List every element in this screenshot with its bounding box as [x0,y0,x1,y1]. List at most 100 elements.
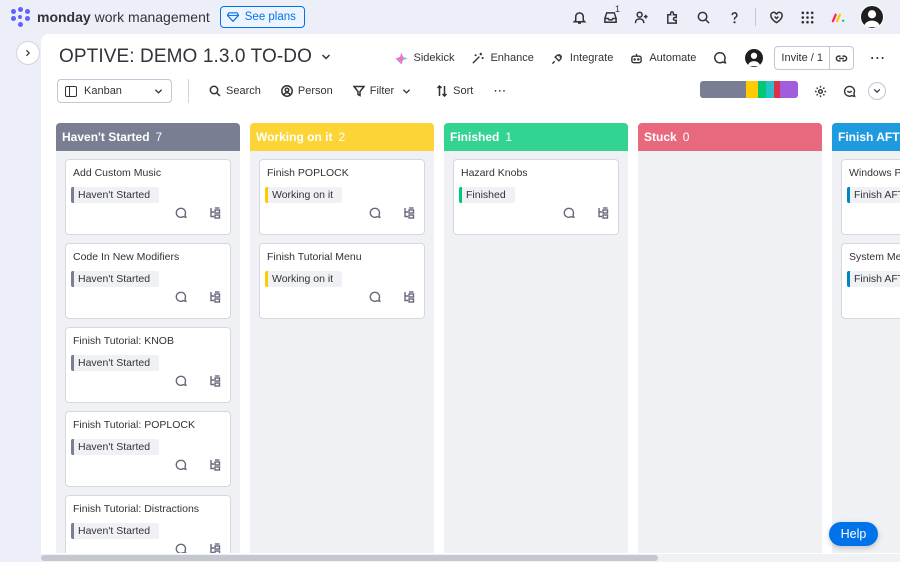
card-updates-button[interactable] [175,458,187,476]
kanban-column: Haven't Started 7 Add Custom Music Haven't … [56,123,240,553]
more-toolbar-icon[interactable]: ⋯ [493,83,507,99]
card-actions [175,290,221,308]
kanban-card[interactable]: Finish Tutorial: POPLOCK Haven't Started [65,411,231,487]
plug-icon [551,53,563,64]
kanban-card[interactable]: Hazard Knobs Finished [453,159,619,235]
logo[interactable]: monday work management [11,7,210,27]
column-header[interactable]: Finished 1 [444,123,628,151]
card-subitems-button[interactable] [209,374,221,392]
copy-link-button[interactable] [830,46,854,70]
kanban-card[interactable]: System Me Finish AFT [841,243,900,319]
card-updates-button[interactable] [175,542,187,553]
apps-button[interactable] [657,0,688,34]
invite-members-button[interactable] [626,0,657,34]
inbox-button[interactable]: 1 [595,0,626,34]
status-chip[interactable]: Finished [459,187,515,203]
card-updates-button[interactable] [175,290,187,308]
sort-button[interactable]: Sort [436,85,473,97]
robot-icon [631,53,643,63]
sidekick-button[interactable]: Sidekick [394,51,454,65]
view-selector[interactable]: Kanban [57,79,172,103]
status-color-bar [847,187,850,203]
column-name: Working on it [256,130,333,144]
invite-button[interactable]: Invite / 1 [774,46,830,70]
column-header[interactable]: Stuck 0 [638,123,822,151]
status-chip[interactable]: Haven't Started [71,187,160,203]
status-chip[interactable]: Haven't Started [71,271,160,287]
notifications-button[interactable] [564,0,595,34]
kanban-card[interactable]: Code In New Modifiers Haven't Started [65,243,231,319]
status-label: Haven't Started [78,189,151,201]
search-button[interactable]: Search [209,85,261,97]
search-everything-button[interactable] [688,0,719,34]
status-chip[interactable]: Haven't Started [71,439,160,455]
user-avatar[interactable] [860,5,884,29]
ai-chat-button[interactable] [835,85,864,98]
column-cards [638,151,822,159]
kanban-card[interactable]: Finish Tutorial Menu Working on it [259,243,425,319]
see-plans-button[interactable]: See plans [219,6,305,28]
card-updates-button[interactable] [369,206,381,224]
comment-icon [175,375,187,387]
column-header[interactable]: Haven't Started 7 [56,123,240,151]
favorites-button[interactable] [761,0,792,34]
help-center-button[interactable] [719,0,750,34]
card-updates-button[interactable] [369,290,381,308]
person-filter-button[interactable]: Person [280,85,333,97]
help-label: Help [840,527,867,541]
puzzle-icon [667,10,677,24]
column-header[interactable]: Working on it 2 [250,123,434,151]
status-chip[interactable]: Finish AFT [847,187,900,203]
comment-icon [369,207,381,219]
board-member-avatar[interactable] [744,48,765,68]
card-updates-button[interactable] [175,206,187,224]
status-color-bar [265,271,268,287]
kanban-column: Finish AFTER Windows PFinish AFT System Me… [832,123,900,553]
automate-button[interactable]: Automate [630,52,696,65]
status-color-bar [847,271,850,287]
card-subitems-button[interactable] [209,542,221,553]
more-options-icon[interactable]: ⋯ [868,48,888,68]
scrollbar-thumb[interactable] [41,555,658,561]
card-subitems-button[interactable] [209,206,221,224]
enhance-button[interactable]: Enhance [471,52,534,65]
status-label: Haven't Started [78,357,151,369]
column-header[interactable]: Finish AFTER [832,123,900,151]
gear-icon [814,85,827,97]
board-updates-button[interactable] [713,51,727,65]
settings-button[interactable] [806,85,835,98]
integrate-button[interactable]: Integrate [551,52,613,65]
status-chip[interactable]: Working on it [265,271,343,287]
card-subitems-button[interactable] [597,206,609,224]
card-updates-button[interactable] [175,374,187,392]
card-subitems-button[interactable] [209,290,221,308]
kanban-card[interactable]: Finish Tutorial: Distractions Haven't Sta… [65,495,231,553]
toolbar-right [806,79,900,103]
chevron-down-icon[interactable] [402,87,411,96]
status-chip[interactable]: Working on it [265,187,343,203]
collapse-header-button[interactable] [868,82,886,100]
card-updates-button[interactable] [563,206,575,224]
card-subitems-button[interactable] [403,206,415,224]
status-chip[interactable]: Finish AFT [847,271,900,287]
status-color-legend[interactable] [700,81,798,98]
card-subitems-button[interactable] [403,290,415,308]
horizontal-scrollbar[interactable] [41,554,900,562]
card-subitems-button[interactable] [209,458,221,476]
product-switcher-button[interactable] [792,0,823,34]
board-title[interactable]: OPTIVE: DEMO 1.3.0 TO-DO [59,46,331,68]
help-button[interactable]: Help [829,522,878,546]
monday-products-icon[interactable] [823,0,854,34]
kanban-card[interactable]: Finish POPLOCK Working on it [259,159,425,235]
card-actions [175,542,221,553]
card-title: System Me [849,251,900,263]
status-chip[interactable]: Haven't Started [71,523,160,539]
status-chip[interactable]: Haven't Started [71,355,160,371]
kanban-card[interactable]: Windows P Finish AFT [841,159,900,235]
kanban-card[interactable]: Finish Tutorial: KNOB Haven't Started [65,327,231,403]
kanban-card[interactable]: Add Custom Music Haven't Started [65,159,231,235]
kanban-column: Working on it 2 Finish POPLOCK Working on i… [250,123,434,553]
expand-sidebar-button[interactable] [16,41,40,65]
column-cards: Add Custom Music Haven't Started Code In N… [56,151,240,553]
filter-button[interactable]: Filter [352,85,416,97]
